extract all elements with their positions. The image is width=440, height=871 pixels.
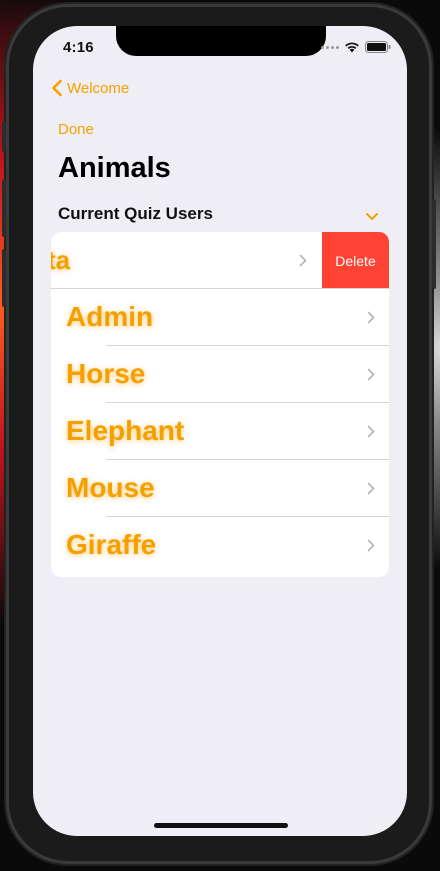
back-button[interactable]: Welcome — [51, 79, 129, 97]
page-title: Animals — [58, 152, 171, 184]
chevron-right-icon — [367, 425, 375, 438]
list-item-label: Mouse — [66, 472, 155, 503]
quiz-users-list: ta Delete Admin Horse Elephant Mouse Gir… — [51, 232, 389, 577]
list-item[interactable]: Horse — [51, 346, 389, 403]
list-item-label: Horse — [66, 358, 146, 389]
section-collapse-button[interactable] — [365, 208, 379, 226]
chevron-right-icon — [367, 482, 375, 495]
side-button — [2, 179, 6, 237]
wifi-icon — [345, 42, 359, 53]
battery-icon — [365, 41, 391, 53]
list-item[interactable]: Giraffe — [51, 517, 389, 574]
list-item-label: Admin — [66, 301, 154, 332]
chevron-down-icon — [366, 213, 378, 220]
list-item-label: Giraffe — [66, 529, 157, 560]
back-button-label: Welcome — [67, 79, 130, 97]
side-button — [2, 249, 6, 307]
list-item-swiped[interactable]: ta Delete — [51, 232, 389, 289]
side-button — [2, 122, 6, 152]
chevron-right-icon — [367, 368, 375, 381]
list-item[interactable]: Elephant — [51, 403, 389, 460]
section-header: Current Quiz Users — [58, 204, 213, 223]
app-screen: 4:16 Welcome Done Animals Current Quiz U… — [33, 26, 407, 836]
list-item[interactable]: Admin — [51, 289, 389, 346]
home-indicator[interactable] — [154, 823, 288, 828]
done-button[interactable]: Done — [58, 121, 94, 138]
chevron-left-icon — [52, 79, 62, 97]
list-item-label: Elephant — [66, 415, 185, 446]
chevron-right-icon — [367, 539, 375, 552]
chevron-right-icon — [367, 311, 375, 324]
list-item[interactable]: Mouse — [51, 460, 389, 517]
status-icons — [321, 41, 391, 53]
side-button — [432, 199, 436, 289]
list-item-label: ta — [51, 245, 71, 275]
chevron-right-icon — [299, 254, 307, 267]
delete-button[interactable]: Delete — [322, 232, 389, 289]
cellular-signal-icon — [321, 45, 339, 49]
status-time: 4:16 — [63, 39, 94, 56]
notch — [116, 26, 326, 56]
